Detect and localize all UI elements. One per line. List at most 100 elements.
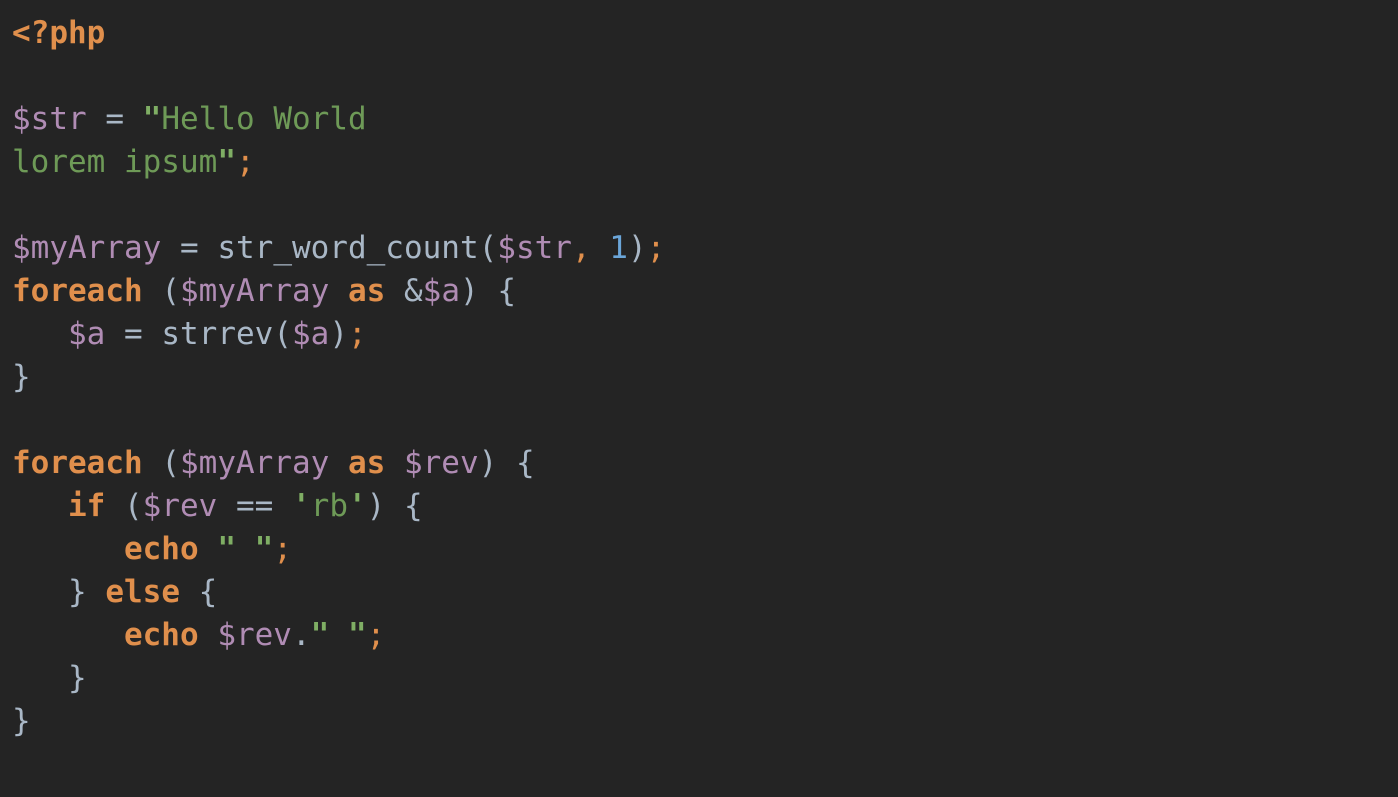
code-token: if	[68, 488, 106, 524]
code-token: 1	[609, 230, 628, 266]
code-line-1: <?php	[12, 12, 1398, 55]
code-token: $rev	[403, 445, 479, 481]
code-line-16: }	[12, 657, 1398, 700]
code-token: (	[161, 445, 180, 481]
code-token: (	[124, 488, 143, 524]
code-token: ;	[235, 144, 255, 180]
code-token: as	[347, 273, 386, 309]
code-token: {	[404, 488, 423, 524]
code-token: "	[142, 101, 162, 137]
code-lines-container: <?php $str = "Hello World lorem ipsum"; …	[12, 12, 1398, 743]
code-line-9: }	[12, 356, 1398, 399]
code-token: $a	[422, 273, 460, 309]
code-token: '	[292, 488, 311, 524]
code-token: $str	[497, 230, 572, 266]
code-token: <?php	[12, 15, 106, 51]
code-token: $str	[12, 101, 87, 137]
code-token: rb	[310, 488, 348, 524]
code-token: echo	[123, 617, 199, 653]
code-token: "	[310, 617, 330, 653]
code-token: (	[161, 273, 180, 309]
code-token: .	[291, 617, 311, 653]
code-token: {	[515, 445, 535, 481]
code-line-15: echo $rev." ";	[12, 614, 1398, 657]
code-token: (	[273, 316, 292, 352]
code-token: foreach	[12, 445, 143, 481]
code-token: {	[497, 273, 516, 309]
code-token: $myArray	[12, 230, 162, 266]
code-token: else	[105, 574, 180, 610]
code-token: $a	[292, 316, 330, 352]
code-line-4: lorem ipsum";	[12, 141, 1398, 184]
code-token: }	[68, 660, 87, 696]
code-token: =	[105, 101, 124, 137]
code-token: &	[403, 273, 423, 309]
code-token: $rev	[142, 488, 218, 524]
code-editor-surface[interactable]: <?php $str = "Hello World lorem ipsum"; …	[0, 0, 1398, 797]
php-code-block[interactable]: <?php $str = "Hello World lorem ipsum"; …	[12, 12, 1398, 743]
code-token: ==	[236, 488, 274, 524]
code-token: lorem ipsum	[12, 144, 218, 180]
code-token: )	[366, 488, 386, 524]
code-token: }	[12, 703, 31, 739]
code-token: Hello World	[161, 101, 367, 137]
code-line-7: foreach ($myArray as &$a) {	[12, 270, 1398, 313]
code-token: $rev	[217, 617, 292, 653]
code-token: (	[478, 230, 498, 266]
code-token: ;	[348, 316, 367, 352]
code-token: "	[254, 531, 274, 567]
code-line-17: }	[12, 700, 1398, 743]
code-token: "	[347, 617, 367, 653]
code-token: "	[217, 144, 236, 180]
code-token: )	[329, 316, 348, 352]
code-token: foreach	[12, 273, 143, 309]
code-line-6: $myArray = str_word_count($str, 1);	[12, 227, 1398, 270]
code-token: as	[347, 445, 386, 481]
code-token: ;	[646, 230, 666, 266]
code-token: {	[198, 574, 218, 610]
code-line-14: } else {	[12, 571, 1398, 614]
code-line-8: $a = strrev($a);	[12, 313, 1398, 356]
code-token: strrev	[161, 316, 274, 352]
code-line-13: echo " ";	[12, 528, 1398, 571]
code-token: )	[627, 230, 647, 266]
code-token: $myArray	[180, 273, 330, 309]
code-token: '	[348, 488, 367, 524]
code-line-11: foreach ($myArray as $rev) {	[12, 442, 1398, 485]
code-token: $a	[68, 316, 106, 352]
code-token: $myArray	[180, 445, 330, 481]
code-line-3: $str = "Hello World	[12, 98, 1398, 141]
code-token: "	[217, 531, 236, 567]
code-token: ;	[273, 531, 292, 567]
code-token: }	[68, 574, 87, 610]
code-token: }	[12, 359, 31, 395]
